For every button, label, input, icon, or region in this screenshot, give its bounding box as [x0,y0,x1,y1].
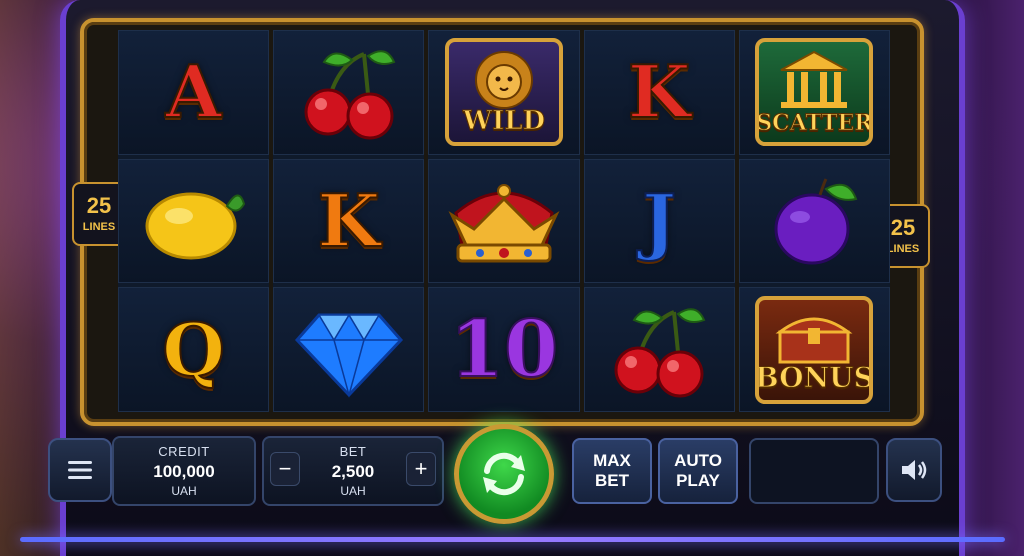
cherries-icon [614,307,706,398]
spin-arrows-icon [483,452,525,496]
reel-cell: K [273,158,425,284]
reel-cell: K [583,30,735,155]
symbol-q: Q [161,306,226,392]
lion-icon [475,51,533,110]
credit-value: 100,000 [153,462,215,481]
scatter-label: SCATTER [756,110,873,137]
credit-panel: CREDIT 100,000 UAH [112,436,256,506]
treasure-chest-icon [775,317,853,364]
credit-currency: UAH [171,484,197,498]
wild-symbol: WILD [445,38,563,147]
menu-icon [68,461,92,479]
reel-4: K J [583,30,735,413]
bonus-label: BONUS [755,360,874,394]
lines-label: LINES [886,243,920,255]
lines-label: LINES [82,221,116,233]
max-bet-button[interactable]: MAX BET [572,438,652,504]
lemon-icon [145,192,245,260]
spin-button[interactable] [454,424,554,524]
reel-5: SCATTER BONUS [738,30,891,413]
reel-3: WILD 10 [428,30,580,413]
reel-cell [118,158,270,284]
reel-cell [738,158,891,284]
crown-icon [448,184,560,263]
reel-cell: A [118,30,270,155]
plum-icon [774,178,858,265]
bonus-symbol: BONUS [755,295,874,404]
auto-play-button[interactable]: AUTO PLAY [658,438,738,504]
temple-icon [780,51,848,109]
symbol-10: 10 [449,303,560,395]
reel-cell [428,158,580,284]
reel-cell [583,287,735,413]
reel-cell: J [583,158,735,284]
reel-cell [273,287,425,413]
credit-label: CREDIT [158,444,210,459]
reels-grid: A Q K WILD 10 K J SCATTER BONUS [118,30,891,413]
control-bar: CREDIT 100,000 UAH BET 2,500 UAH − + MAX… [44,424,944,524]
reel-cell: 10 [428,287,580,413]
reel-cell: SCATTER [738,30,891,155]
speaker-icon [902,460,927,480]
scatter-symbol: SCATTER [755,38,874,147]
reel-cell: Q [118,287,270,413]
lines-count: 25 [890,215,916,240]
symbol-k: K [317,178,382,263]
sound-button[interactable] [886,438,942,502]
bet-increase-button[interactable]: + [406,452,436,486]
wild-label: WILD [462,106,546,137]
cherries-icon [304,50,396,140]
cabinet-glow-strip [20,537,1005,542]
reel-cell [273,30,425,155]
menu-button[interactable] [48,438,112,502]
bet-value: 2,500 [331,462,375,481]
reel-1: A Q [118,30,270,413]
lines-count: 25 [86,193,112,218]
symbol-k: K [627,49,692,135]
bet-label: BET [339,444,367,459]
reel-2: K [273,30,425,413]
reel-cell: WILD [428,30,580,155]
bet-currency: UAH [340,484,366,498]
symbol-a: A [165,49,223,135]
diamond-icon [294,313,403,398]
reel-cell: BONUS [738,287,891,413]
win-display-panel [749,438,879,504]
symbol-j: J [641,178,677,263]
bet-decrease-button[interactable]: − [270,452,300,486]
